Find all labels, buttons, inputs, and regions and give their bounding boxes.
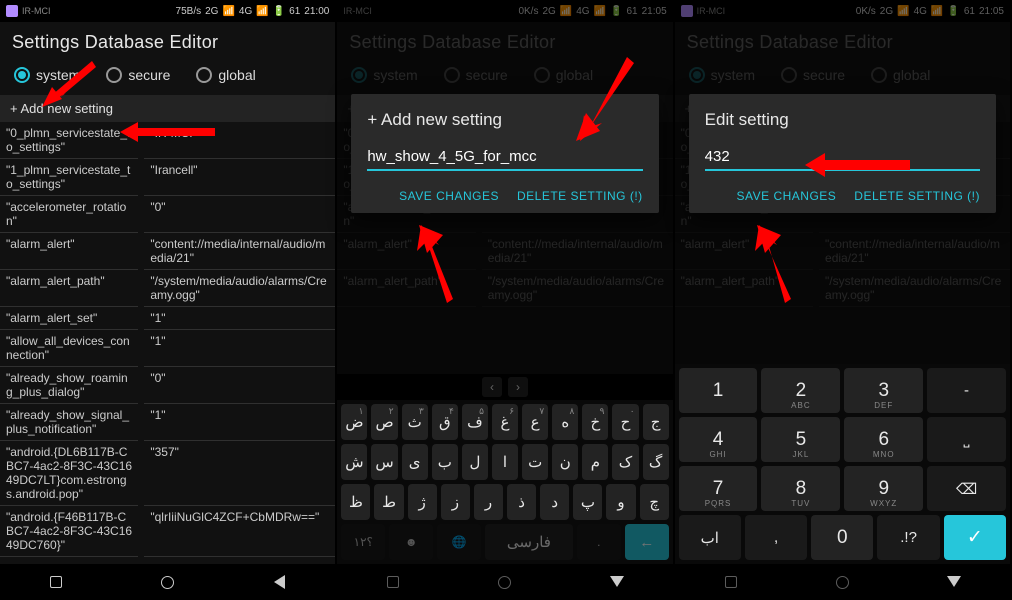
tab-secure[interactable]: secure xyxy=(106,67,170,83)
key[interactable]: ب xyxy=(432,444,458,480)
delete-button[interactable]: DELETE SETTING (!) xyxy=(517,189,643,203)
table-row[interactable]: "0_plmn_servicestate_to_settings""IR-MCI… xyxy=(0,122,335,159)
tab-system[interactable]: system xyxy=(14,67,80,83)
numkey[interactable]: 0 xyxy=(811,515,873,560)
table-row[interactable]: "android.{DL6B117B-CBC7-4ac2-8F3C-43C164… xyxy=(0,441,335,506)
key[interactable]: س xyxy=(371,444,397,480)
numkey[interactable]: 6MNO xyxy=(844,417,923,462)
key[interactable]: ۹خ xyxy=(582,404,608,440)
key[interactable]: ل xyxy=(462,444,488,480)
table-row[interactable]: "1_plmn_servicestate_to_settings""Irance… xyxy=(0,159,335,196)
key[interactable]: ۳ث xyxy=(402,404,428,440)
key[interactable]: ۸ه xyxy=(552,404,578,440)
numkey[interactable]: اب xyxy=(679,515,741,560)
key[interactable]: ط xyxy=(374,484,403,520)
key[interactable]: ر xyxy=(474,484,503,520)
table-row[interactable]: "android.{F46B117B-CBC7-4ac2-8F3C-43C164… xyxy=(0,506,335,557)
key[interactable]: ژ xyxy=(408,484,437,520)
table-row[interactable]: "allow_all_devices_connection""1" xyxy=(0,330,335,367)
numkey[interactable]: ⎵ xyxy=(927,417,1006,462)
nav-back[interactable] xyxy=(270,573,288,591)
numkey[interactable]: 1 xyxy=(679,368,758,413)
dialog-title: + Add new setting xyxy=(367,110,642,130)
table-row[interactable]: "alarm_alert""content://media/internal/a… xyxy=(0,233,335,270)
settings-list[interactable]: "0_plmn_servicestate_to_settings""IR-MCI… xyxy=(0,122,335,564)
key[interactable]: ن xyxy=(552,444,578,480)
status-bar: IR-MCI 75B/s 2G📶 4G📶 🔋61 21:00 xyxy=(0,0,335,22)
key[interactable]: ی xyxy=(402,444,428,480)
tab-global[interactable]: global xyxy=(196,67,255,83)
key[interactable]: ۴ق xyxy=(432,404,458,440)
key[interactable]: ذ xyxy=(507,484,536,520)
table-row[interactable]: "already_show_roaming_plus_dialog""0" xyxy=(0,367,335,404)
nav-bar xyxy=(0,564,335,600)
table-row[interactable]: "already_show_signal_plus_notification""… xyxy=(0,404,335,441)
key[interactable]: ا xyxy=(492,444,518,480)
numkey[interactable]: , xyxy=(745,515,807,560)
save-button[interactable]: SAVE CHANGES xyxy=(736,189,836,203)
key[interactable]: ۶غ xyxy=(492,404,518,440)
numkey[interactable]: 9WXYZ xyxy=(844,466,923,511)
numkey[interactable]: 8TUV xyxy=(761,466,840,511)
table-row[interactable]: "alarm_alert_path""/system/media/audio/a… xyxy=(0,270,335,307)
add-setting-dialog: + Add new setting SAVE CHANGES DELETE SE… xyxy=(351,94,658,213)
app-icon xyxy=(6,5,18,17)
table-row[interactable]: "alarm_alert_set""1" xyxy=(0,307,335,330)
key[interactable]: ۷ع xyxy=(522,404,548,440)
key[interactable]: گ xyxy=(643,444,669,480)
key[interactable]: ۱ض xyxy=(341,404,367,440)
key[interactable]: ج xyxy=(643,404,669,440)
nav-home[interactable] xyxy=(159,573,177,591)
key[interactable]: چ xyxy=(640,484,669,520)
numkey[interactable]: 7PQRS xyxy=(679,466,758,511)
dialog-title: Edit setting xyxy=(705,110,980,130)
key[interactable]: ۰ح xyxy=(612,404,638,440)
app-title: Settings Database Editor xyxy=(0,22,335,67)
phone-2: IR-MCI 0K/s 2G📶 4G📶 🔋61 21:05 Settings D… xyxy=(337,0,674,600)
nav-back[interactable] xyxy=(608,573,626,591)
numkey[interactable]: ⌫ xyxy=(927,466,1006,511)
key[interactable]: ظ xyxy=(341,484,370,520)
phone-1: IR-MCI 75B/s 2G📶 4G📶 🔋61 21:00 Settings … xyxy=(0,0,337,600)
key[interactable]: ز xyxy=(441,484,470,520)
key[interactable]: ش xyxy=(341,444,367,480)
setting-value-input[interactable] xyxy=(705,144,980,171)
key[interactable]: پ xyxy=(573,484,602,520)
phone-3: IR-MCI 0K/s 2G📶 4G📶 🔋61 21:05 Settings D… xyxy=(675,0,1012,600)
numkey[interactable]: 5JKL xyxy=(761,417,840,462)
numkey[interactable]: ✓ xyxy=(944,515,1006,560)
table-row[interactable]: "accelerometer_rotation""0" xyxy=(0,196,335,233)
nav-back[interactable] xyxy=(945,573,963,591)
key[interactable]: ک xyxy=(612,444,638,480)
save-button[interactable]: SAVE CHANGES xyxy=(399,189,499,203)
numkey[interactable]: .!? xyxy=(877,515,939,560)
numkey[interactable]: 3DEF xyxy=(844,368,923,413)
key[interactable]: ۵ف xyxy=(462,404,488,440)
nav-recent[interactable] xyxy=(47,573,65,591)
delete-button[interactable]: DELETE SETTING (!) xyxy=(854,189,980,203)
numkey[interactable]: 2ABC xyxy=(761,368,840,413)
add-new-setting[interactable]: + Add new setting xyxy=(0,95,335,122)
tabs: system secure global xyxy=(0,67,335,95)
setting-name-input[interactable] xyxy=(367,144,642,171)
numkey[interactable]: 4GHI xyxy=(679,417,758,462)
key[interactable]: و xyxy=(606,484,635,520)
key[interactable]: د xyxy=(540,484,569,520)
numkey[interactable]: - xyxy=(927,368,1006,413)
key[interactable]: ت xyxy=(522,444,548,480)
edit-setting-dialog: Edit setting SAVE CHANGES DELETE SETTING… xyxy=(689,94,996,213)
key[interactable]: م xyxy=(582,444,608,480)
key[interactable]: ۲ص xyxy=(371,404,397,440)
